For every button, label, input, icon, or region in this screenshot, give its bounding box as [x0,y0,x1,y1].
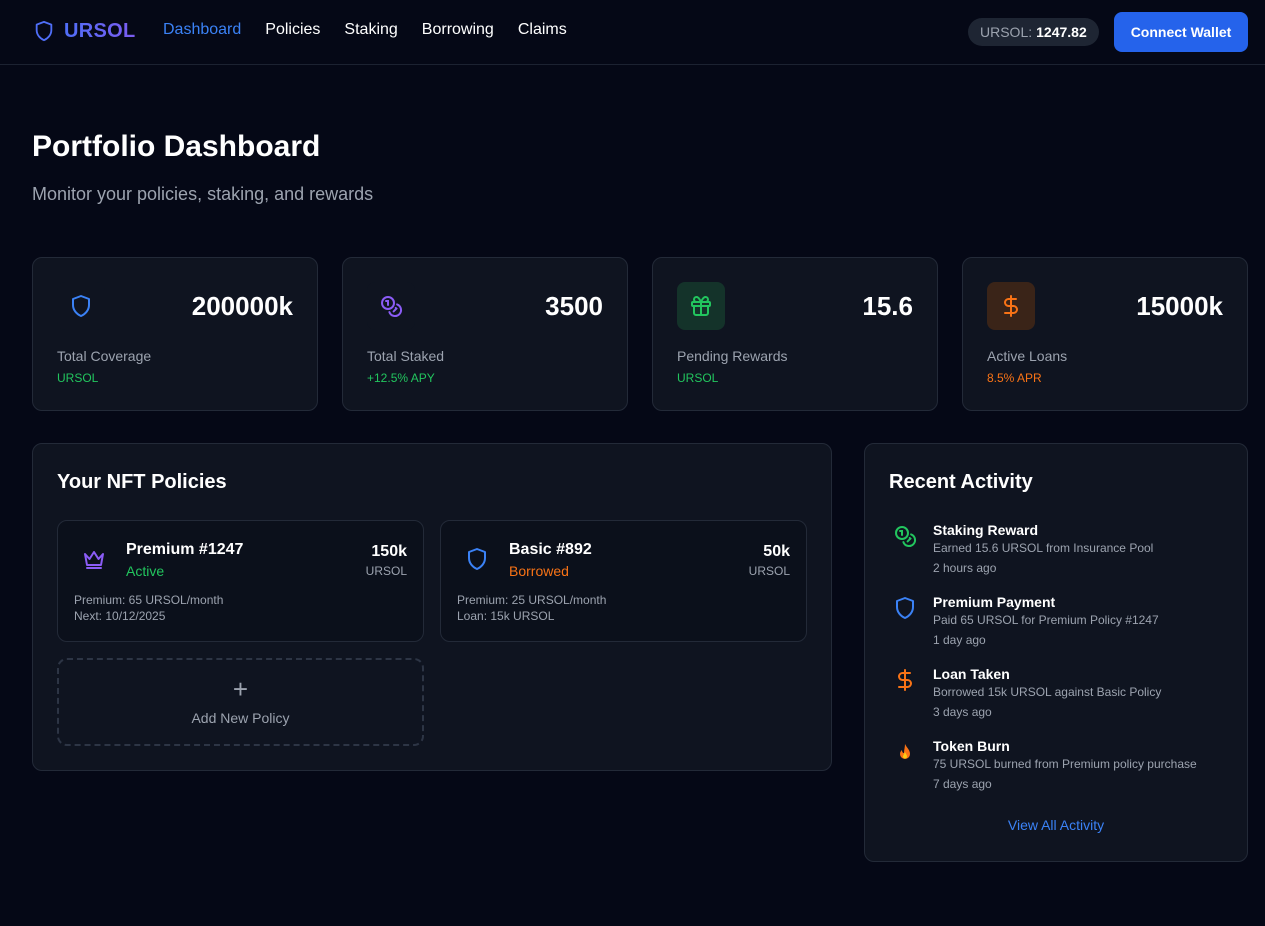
stat-card-total-coverage: 200000k Total Coverage URSOL [32,257,318,411]
activity-title: Loan Taken [933,666,1010,682]
stat-label: Active Loans [987,348,1068,364]
connect-wallet-button[interactable]: Connect Wallet [1114,12,1248,52]
activity-description: Borrowed 15k URSOL against Basic Policy [933,685,1162,699]
brand[interactable]: URSOL [33,19,136,43]
page-subtitle: Monitor your policies, staking, and rewa… [32,184,374,204]
shield-logo-icon [35,20,53,42]
stat-card-active-loans: 15000k Active Loans 8.5% APR [962,257,1248,411]
recent-activity-panel: Recent Activity Staking Reward Earned 15… [864,443,1248,862]
shield-icon [896,597,914,619]
stat-card-pending-rewards: 15.6 Pending Rewards URSOL [652,257,938,411]
policy-detail: Premium: 65 URSOL/month [74,593,224,607]
top-navigation-bar: URSOL Dashboard Policies Staking Borrowi… [0,0,1265,65]
panel-title: Recent Activity [889,471,1033,493]
activity-title: Token Burn [933,738,1010,754]
fire-icon [900,744,910,759]
nav-policies[interactable]: Policies [265,21,320,39]
stat-sub: 8.5% APR [987,371,1042,385]
stat-card-total-staked: 3500 Total Staked +12.5% APY [342,257,628,411]
dollar-icon [898,669,912,691]
activity-item: Staking Reward Earned 15.6 URSOL from In… [889,522,1229,586]
stat-sub: URSOL [57,371,99,385]
balance-value: 1247.82 [1036,24,1087,40]
policy-name: Basic #892 [509,541,592,558]
coins-icon [895,526,916,547]
activity-description: 75 URSOL burned from Premium policy purc… [933,757,1197,771]
token-balance-badge: URSOL: 1247.82 [968,18,1099,46]
nav-borrowing[interactable]: Borrowing [422,21,494,39]
page-title: Portfolio Dashboard [32,130,321,163]
balance-label: URSOL: [980,24,1033,40]
activity-time: 1 day ago [933,633,986,647]
gift-icon [677,282,725,330]
activity-description: Paid 65 URSOL for Premium Policy #1247 [933,613,1159,627]
main-nav: Dashboard Policies Staking Borrowing Cla… [163,21,567,39]
nav-staking[interactable]: Staking [344,21,397,39]
policy-card-basic[interactable]: Basic #892 Borrowed 50k URSOL Premium: 2… [440,520,807,642]
policy-status: Active [126,563,165,579]
stat-value: 3500 [545,291,603,321]
panel-title: Your NFT Policies [57,471,227,493]
add-policy-label: Add New Policy [191,710,290,726]
stat-value: 15.6 [862,291,913,321]
stat-label: Total Coverage [57,348,152,364]
shield-icon [57,282,105,330]
activity-time: 2 hours ago [933,561,997,575]
add-new-policy-button[interactable]: + Add New Policy [57,658,424,746]
crown-icon [84,551,104,569]
plus-icon: + [232,674,249,704]
policy-amount: 50k [763,543,790,560]
activity-item: Premium Payment Paid 65 URSOL for Premiu… [889,594,1229,658]
view-all-activity-link[interactable]: View All Activity [865,817,1247,833]
brand-name: URSOL [64,19,136,42]
policy-unit: URSOL [365,564,407,578]
activity-description: Earned 15.6 URSOL from Insurance Pool [933,541,1154,555]
stat-value: 15000k [1136,291,1223,321]
policy-detail: Next: 10/12/2025 [74,609,166,623]
activity-title: Staking Reward [933,522,1039,538]
activity-item: Loan Taken Borrowed 15k URSOL against Ba… [889,666,1229,730]
nav-dashboard[interactable]: Dashboard [163,21,241,39]
dollar-icon [987,282,1035,330]
policy-unit: URSOL [748,564,790,578]
policy-status: Borrowed [509,563,569,579]
stat-value: 200000k [191,291,293,321]
policy-detail: Premium: 25 URSOL/month [457,593,607,607]
activity-item: Token Burn 75 URSOL burned from Premium … [889,738,1229,802]
activity-time: 7 days ago [933,777,992,791]
policy-card-premium[interactable]: Premium #1247 Active 150k URSOL Premium:… [57,520,424,642]
shield-icon [468,548,486,570]
policy-amount: 150k [371,543,407,560]
stat-label: Pending Rewards [677,348,788,364]
stat-sub: URSOL [677,371,719,385]
activity-time: 3 days ago [933,705,992,719]
nft-policies-panel: Your NFT Policies Premium #1247 Active 1… [32,443,832,771]
stat-sub: +12.5% APY [367,371,435,385]
nav-claims[interactable]: Claims [518,21,567,39]
policy-detail: Loan: 15k URSOL [457,609,555,623]
stat-label: Total Staked [367,348,445,364]
policy-name: Premium #1247 [126,541,244,558]
activity-title: Premium Payment [933,594,1056,610]
coins-icon [367,282,415,330]
